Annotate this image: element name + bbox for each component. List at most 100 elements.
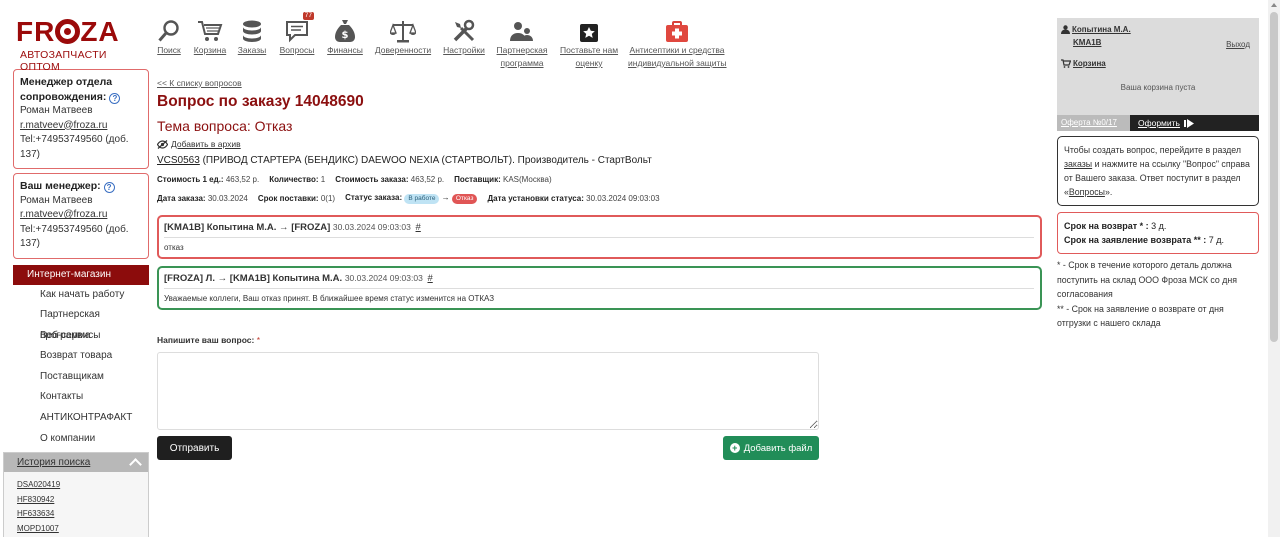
order-date: 30.03.2024 xyxy=(207,194,248,203)
cart-bar: Оферта №0/17 Оформить xyxy=(1057,115,1259,131)
question-label: Напишите ваш вопрос: * xyxy=(157,335,261,345)
status-badge-in-work: В работе xyxy=(404,194,440,204)
delivery-term: 0(1) xyxy=(320,194,336,203)
message-client: [KMA1B] Копытина М.А. → [FROZA] 30.03.20… xyxy=(157,215,1042,259)
cart-icon xyxy=(1061,59,1071,68)
play-arrow-icon xyxy=(1183,118,1194,128)
svg-text:$: $ xyxy=(342,30,349,41)
scrollbar-thumb[interactable] xyxy=(1270,12,1278,342)
order-props-row-1: Стоимость 1 ед.: 463,52 р. Количество: 1… xyxy=(157,175,552,184)
support-manager-tel: Tel:+74953749560 (доб. 137) xyxy=(20,134,129,160)
database-icon xyxy=(243,20,261,42)
users-icon xyxy=(510,22,533,41)
toolbar-rate-us[interactable]: Поставьте нам оценку xyxy=(560,17,618,70)
order-props-row-2: Дата заказа: 30.03.2024 Срок поставки: 0… xyxy=(157,193,660,204)
status-badge-refusal: Отказ xyxy=(451,194,478,204)
nav-item-suppliers[interactable]: Поставщикам xyxy=(13,367,149,388)
search-icon xyxy=(158,20,179,42)
message-froza: [FROZA] Л. → [KMA1B] Копытина М.А. 30.03… xyxy=(157,266,1042,310)
user-name-link[interactable]: Копытина М.А. xyxy=(1061,23,1255,36)
nav-item-web-services[interactable]: Веб-сервисы xyxy=(13,326,149,347)
unit-price: 463,52 р. xyxy=(225,175,260,184)
history-item[interactable]: MOPD1007 xyxy=(4,522,148,537)
product-code-link[interactable]: VCS0563 xyxy=(157,155,200,166)
nav-item-partner-program[interactable]: Партнерская программа xyxy=(13,305,149,341)
toolbar-finance[interactable]: $ Финансы xyxy=(326,17,364,57)
questions-link[interactable]: Вопросы xyxy=(1069,187,1105,197)
message-date: 30.03.2024 09:03:03 xyxy=(332,222,411,232)
history-item[interactable]: HF633634 xyxy=(4,507,148,522)
toolbar-orders[interactable]: Заказы xyxy=(236,17,268,57)
page-scrollbar[interactable] xyxy=(1268,0,1280,537)
logo[interactable]: FR ZA АВТОЗАПЧАСТИ ОПТОМ xyxy=(13,17,149,74)
send-button[interactable]: Отправить xyxy=(157,436,232,460)
support-manager-name: Роман Матвеев xyxy=(20,105,93,116)
offer-link[interactable]: Оферта №0/17 xyxy=(1057,115,1130,131)
your-manager-name: Роман Матвеев xyxy=(20,194,93,206)
search-history: История поиска DSA020419 HF830942 HF6336… xyxy=(3,452,149,537)
message-anchor-link[interactable]: # xyxy=(427,273,432,284)
help-icon[interactable]: ? xyxy=(103,182,115,193)
money-bag-icon: $ xyxy=(335,20,355,42)
your-manager-title: Ваш менеджер: xyxy=(20,180,101,192)
chat-icon xyxy=(286,21,308,43)
nav-item-anticounterfeit[interactable]: АНТИКОНТРАФАКТ xyxy=(13,408,149,429)
toolbar-powers-of-attorney[interactable]: Доверенности xyxy=(373,17,433,57)
scales-icon xyxy=(390,21,416,43)
return-notes: * - Срок в течение которого деталь должн… xyxy=(1057,258,1259,331)
message-body: отказ xyxy=(164,243,184,252)
form-buttons: Отправить + Добавить файл xyxy=(157,436,819,462)
nav-item-how-to-start[interactable]: Как начать работу xyxy=(13,285,149,306)
message-anchor-link[interactable]: # xyxy=(416,222,421,233)
logout-link[interactable]: Выход xyxy=(1226,38,1250,51)
chevron-up-icon[interactable] xyxy=(129,458,142,471)
main-content: << К списку вопросов Вопрос по заказу 14… xyxy=(157,78,1042,462)
how-to-ask-info: Чтобы создать вопрос, перейдите в раздел… xyxy=(1057,136,1259,206)
return-terms-box: Срок на возврат * : 3 д. Срок на заявлен… xyxy=(1057,212,1259,254)
back-to-questions-link[interactable]: << К списку вопросов xyxy=(157,78,1042,88)
scroll-up-arrow-icon[interactable] xyxy=(1271,3,1277,7)
cart-link[interactable]: Корзина xyxy=(1057,59,1259,68)
product-line: VCS0563 (ПРИВОД СТАРТЕРА (БЕНДИКС) DAEWO… xyxy=(157,155,1042,166)
cart-empty-text: Ваша корзина пуста xyxy=(1120,83,1196,92)
toolbar-antiseptics[interactable]: Антисептики и средства индивидуальной защ… xyxy=(628,17,727,70)
message-body: Уважаемые коллеги, Ваш отказ принят. В б… xyxy=(164,294,495,303)
history-item[interactable]: HF830942 xyxy=(4,493,148,508)
note-1: * - Срок в течение которого деталь должн… xyxy=(1057,260,1238,299)
toolbar-cart[interactable]: Корзина xyxy=(192,17,228,57)
nav-item-returns[interactable]: Возврат товара xyxy=(13,346,149,367)
question-textarea[interactable] xyxy=(157,352,819,430)
your-manager-email[interactable]: r.matveev@froza.ru xyxy=(20,208,142,223)
return-term-value: 3 д. xyxy=(1151,221,1167,231)
arrow-right-icon: → xyxy=(217,273,228,284)
nav-item-about[interactable]: О компании xyxy=(13,429,149,450)
user-icon xyxy=(1061,25,1070,34)
toolbar-partner-program[interactable]: Партнерская программа xyxy=(496,17,548,70)
nav-head-internet-shop[interactable]: Интернет-магазин xyxy=(13,264,149,285)
history-item[interactable]: DSA020419 xyxy=(4,478,148,493)
toolbar-search[interactable]: Поиск xyxy=(154,17,184,57)
logo-subtitle: АВТОЗАПЧАСТИ ОПТОМ xyxy=(20,49,107,73)
plus-circle-icon: + xyxy=(729,443,740,453)
nav-item-contacts[interactable]: Контакты xyxy=(13,387,149,408)
product-description: (ПРИВОД СТАРТЕРА (БЕНДИКС) DAEWOO NEXIA … xyxy=(199,155,652,166)
logo-wheel-icon xyxy=(55,19,81,44)
search-history-header[interactable]: История поиска xyxy=(4,453,148,472)
left-column: FR ZA АВТОЗАПЧАСТИ ОПТОМ Менеджер отдела … xyxy=(13,17,149,449)
message-from: [KMA1B] Копытина М.А. xyxy=(164,222,277,233)
add-file-button[interactable]: + Добавить файл xyxy=(723,436,819,460)
your-manager-tel: Tel:+74953749560 (доб. 137) xyxy=(20,223,129,250)
support-manager-email[interactable]: r.matveev@froza.ru xyxy=(20,119,142,134)
question-topic: Тема вопроса: Отказ xyxy=(157,118,293,134)
toolbar-questions[interactable]: 77 Вопросы xyxy=(276,12,318,57)
star-icon xyxy=(580,24,598,42)
help-icon[interactable]: ? xyxy=(109,92,121,104)
order-total: 463,52 р. xyxy=(410,175,445,184)
supplier-value: KAS(Москва) xyxy=(503,175,552,184)
add-to-archive-link[interactable]: Добавить в архив xyxy=(157,139,1042,149)
toolbar-settings[interactable]: Настройки xyxy=(442,17,486,57)
message-to: [FROZA] xyxy=(291,222,331,233)
tools-icon xyxy=(453,19,475,42)
orders-link[interactable]: заказы xyxy=(1064,159,1092,169)
checkout-button[interactable]: Оформить xyxy=(1130,115,1259,131)
